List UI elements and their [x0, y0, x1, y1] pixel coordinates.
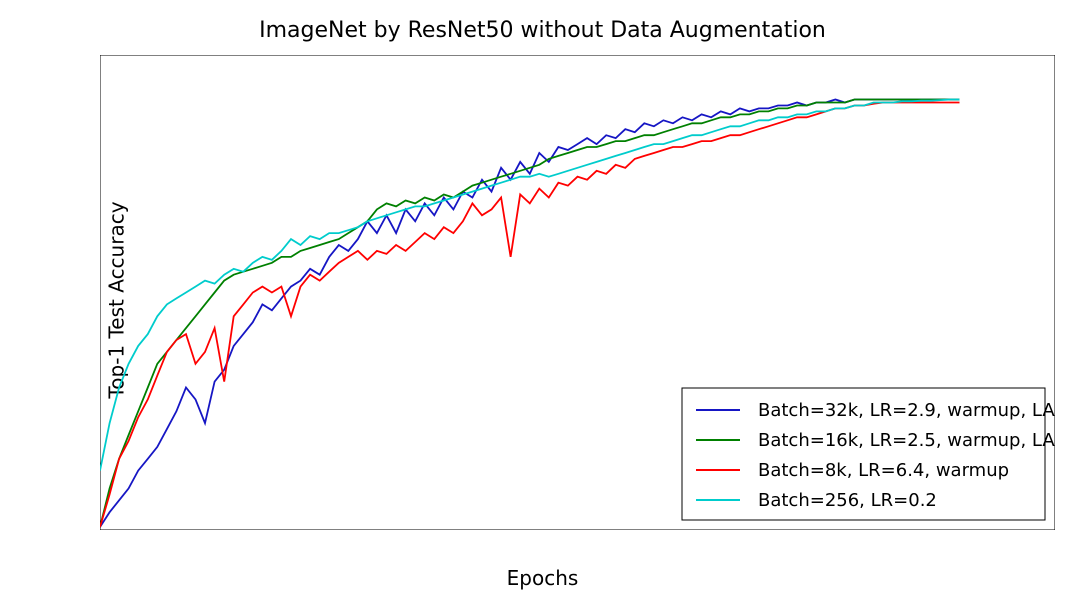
figure: ImageNet by ResNet50 without Data Augmen… — [0, 0, 1085, 600]
legend-label-3: Batch=256, LR=0.2 — [758, 490, 937, 511]
legend-label-1: Batch=16k, LR=2.5, warmup, LARS — [758, 430, 1055, 451]
legend-label-2: Batch=8k, LR=6.4, warmup — [758, 460, 1009, 481]
legend-label-0: Batch=32k, LR=2.9, warmup, LARS — [758, 400, 1055, 421]
plot-area: 0204060801000.00.10.20.30.40.50.60.70.8B… — [100, 55, 1055, 530]
x-axis-label: Epochs — [0, 566, 1085, 590]
chart-title: ImageNet by ResNet50 without Data Augmen… — [0, 18, 1085, 43]
plot-svg: 0204060801000.00.10.20.30.40.50.60.70.8B… — [100, 55, 1055, 530]
